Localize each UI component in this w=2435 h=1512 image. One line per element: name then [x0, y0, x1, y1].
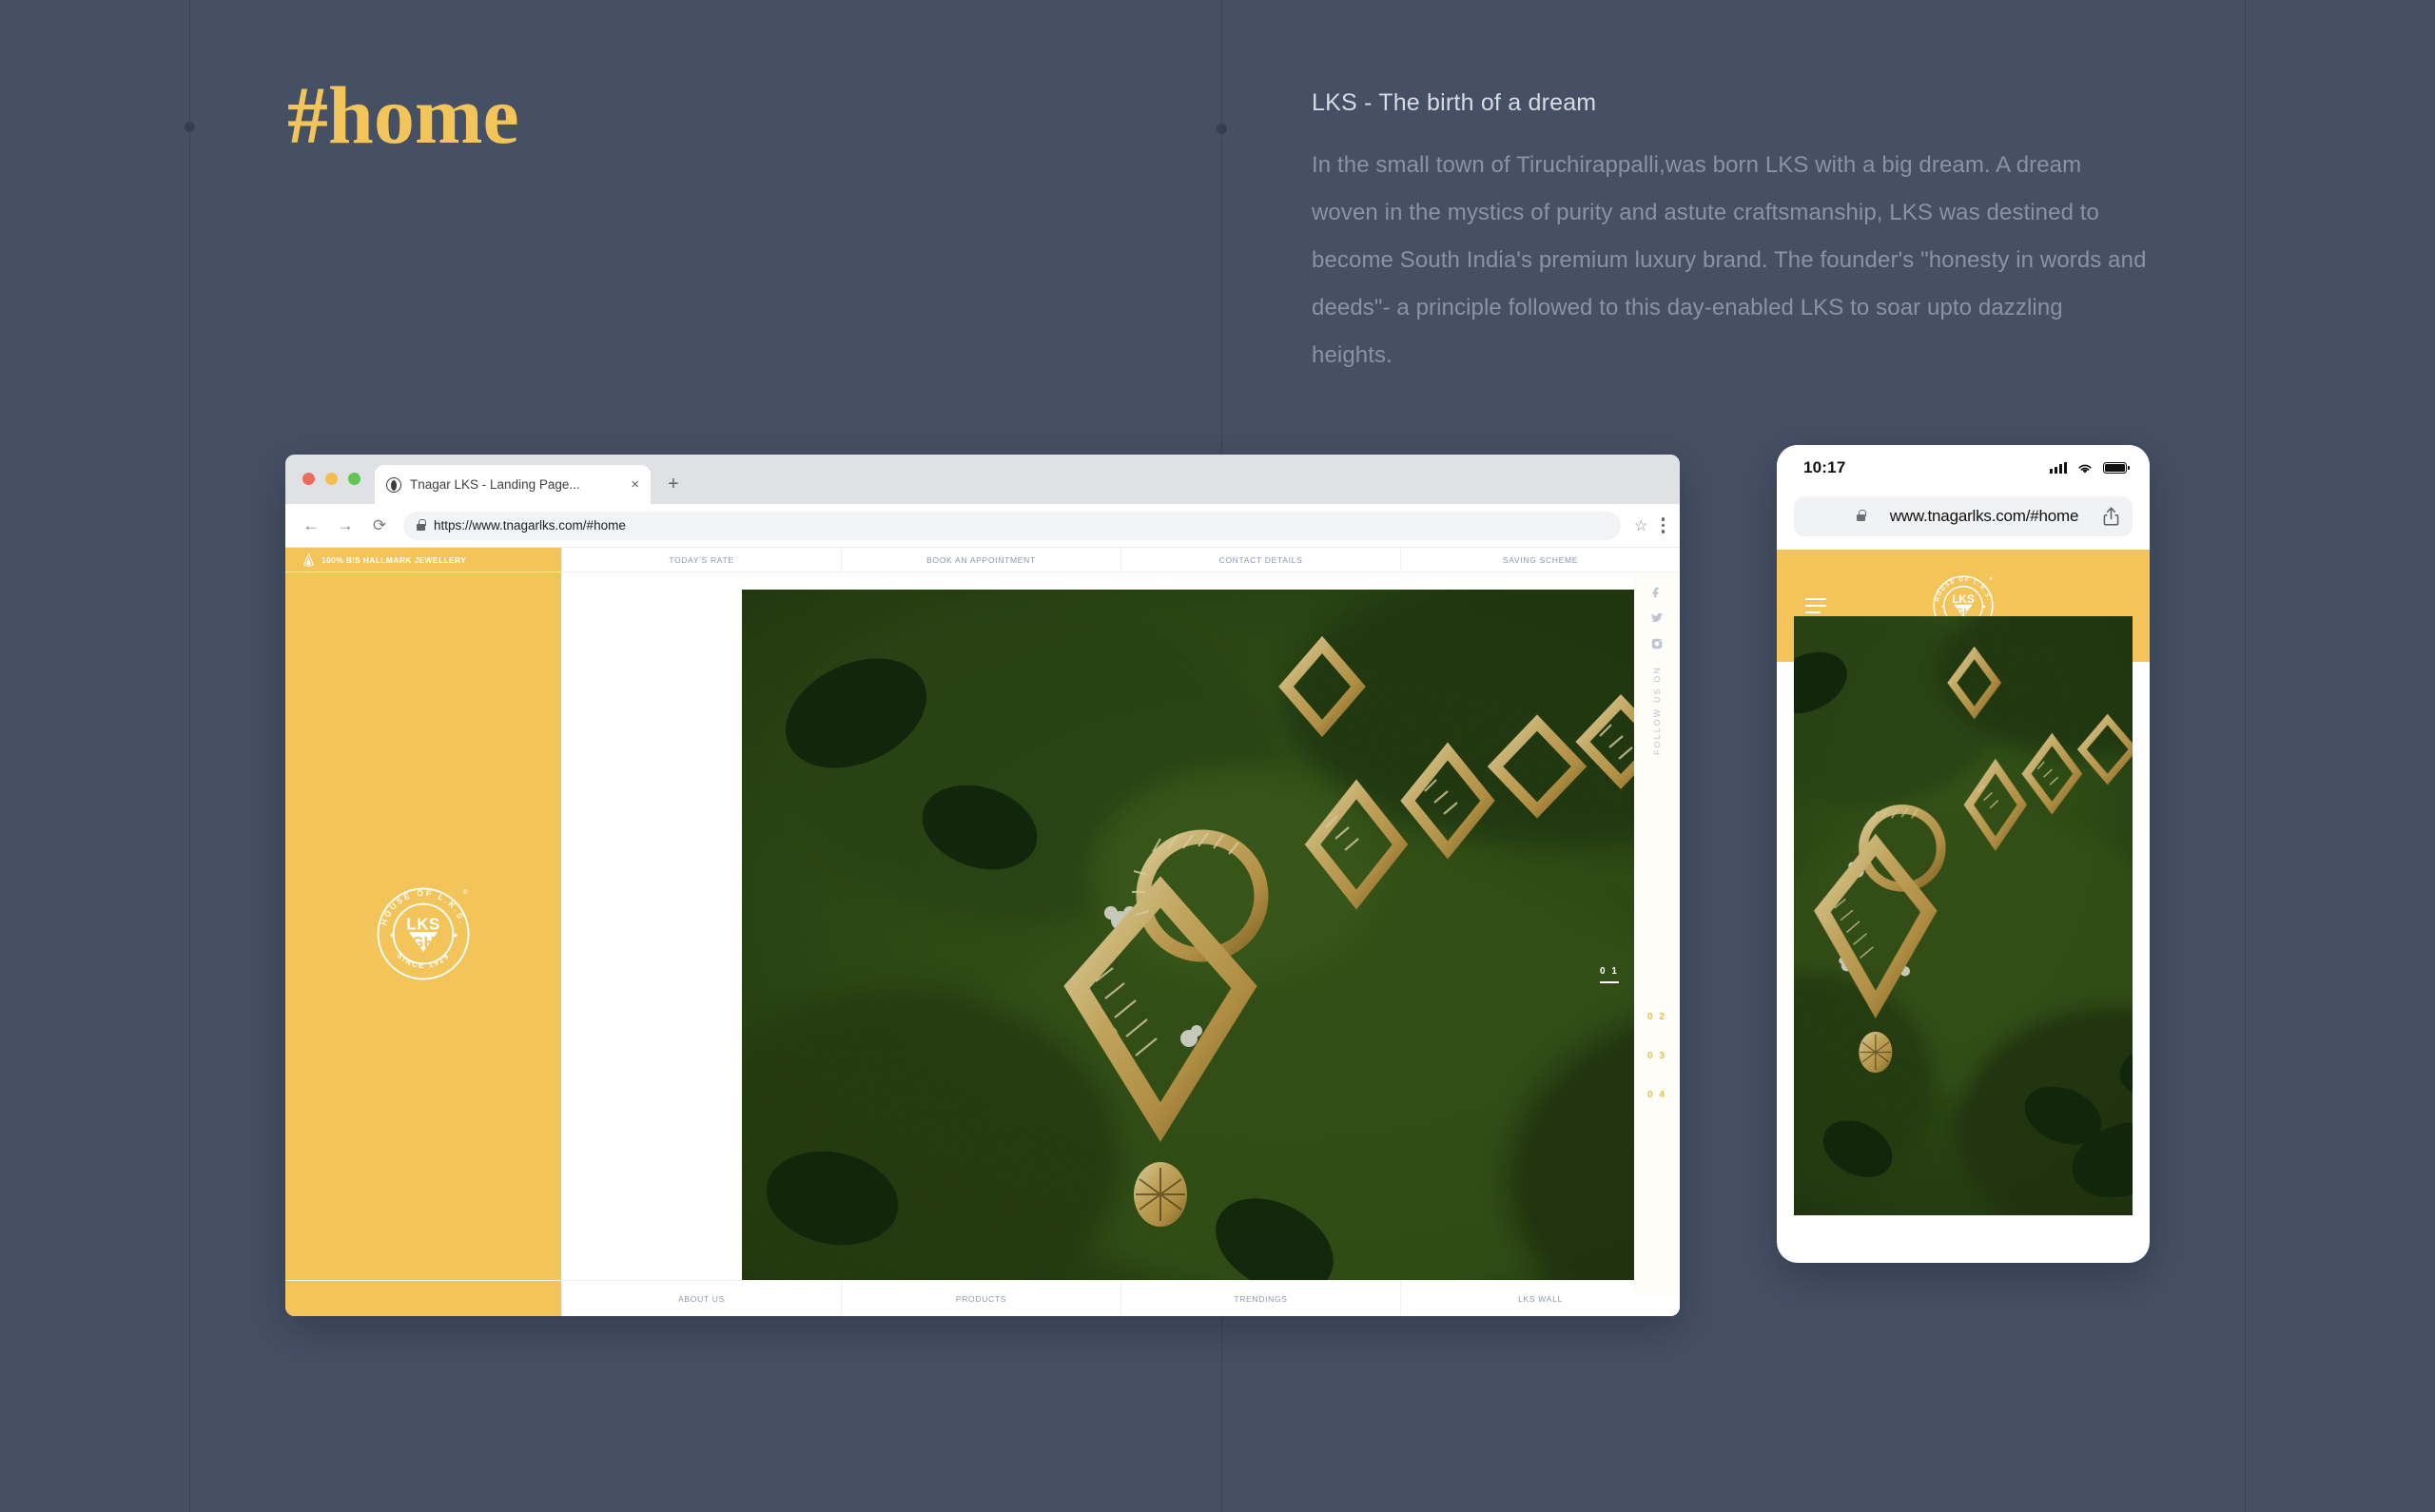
- website-viewport: 100% BIS HALLMARK JEWELLERY TODAY'S RATE…: [285, 548, 1680, 1316]
- browser-tab-bar: Tnagar LKS - Landing Page... × +: [285, 455, 1680, 504]
- slide-indicator-02[interactable]: 0 2: [1647, 1012, 1666, 1022]
- maximize-window-button[interactable]: [348, 473, 360, 485]
- follow-us-label: FOLLOW US ON: [1652, 666, 1662, 755]
- social-icons: [1650, 586, 1664, 650]
- slide-indicator-01[interactable]: 0 1: [1600, 966, 1619, 983]
- hallmark-badge: 100% BIS HALLMARK JEWELLERY: [285, 548, 561, 572]
- site-nav-saving-scheme[interactable]: SAVING SCHEME: [1400, 548, 1680, 572]
- facebook-icon[interactable]: [1650, 586, 1664, 599]
- lock-icon: [417, 518, 426, 531]
- hero-image-desktop: [742, 590, 1680, 1295]
- browser-tab[interactable]: Tnagar LKS - Landing Page... ×: [375, 465, 651, 504]
- site-top-navigation: 100% BIS HALLMARK JEWELLERY TODAY'S RATE…: [285, 548, 1680, 572]
- mobile-omnibox-wrap: www.tnagarlks.com/#home: [1777, 491, 2150, 550]
- browser-tab-title: Tnagar LKS - Landing Page...: [410, 477, 580, 492]
- description-body: In the small town of Tiruchirappalli,was…: [1312, 152, 2147, 368]
- svg-text:★: ★: [389, 931, 396, 940]
- lks-logo-icon: HOUSE OF L.K.S. SINCE 1925 LKS GH ® ★ ★: [377, 887, 470, 980]
- address-bar[interactable]: https://www.tnagarlks.com/#home: [403, 511, 1622, 540]
- window-controls: [302, 473, 360, 485]
- guide-line-right: [2245, 0, 2246, 1512]
- cellular-bars-icon: [2050, 462, 2067, 474]
- svg-text:®: ®: [1989, 575, 1993, 582]
- jewellery-photo: [742, 590, 1680, 1295]
- site-nav-trendings[interactable]: TRENDINGS: [1120, 1281, 1400, 1316]
- site-nav-products[interactable]: PRODUCTS: [841, 1281, 1120, 1316]
- bottom-nav-spacer: [285, 1281, 561, 1316]
- svg-text:★: ★: [1941, 604, 1946, 610]
- slide-indicator-04[interactable]: 0 4: [1647, 1090, 1666, 1100]
- close-tab-icon[interactable]: ×: [631, 477, 639, 492]
- browser-menu-icon[interactable]: [1661, 517, 1665, 533]
- site-nav-book-appointment[interactable]: BOOK AN APPOINTMENT: [841, 548, 1120, 572]
- bookmark-star-icon[interactable]: ☆: [1634, 516, 1647, 535]
- svg-text:®: ®: [463, 888, 468, 896]
- jewellery-photo-art: [1794, 616, 2133, 1215]
- site-bottom-navigation: ABOUT US PRODUCTS TRENDINGS LKS WALL: [285, 1280, 1680, 1316]
- guide-dot-left: [185, 122, 195, 132]
- svg-text:★: ★: [1982, 604, 1987, 610]
- address-bar-url: https://www.tnagarlks.com/#home: [434, 518, 626, 533]
- status-icons: [2050, 461, 2130, 475]
- hallmark-label: 100% BIS HALLMARK JEWELLERY: [321, 554, 467, 565]
- mobile-address-bar[interactable]: www.tnagarlks.com/#home: [1794, 496, 2133, 536]
- desktop-browser-mockup: Tnagar LKS - Landing Page... × + ← → ⟳ h…: [285, 455, 1680, 1316]
- svg-text:LKS: LKS: [406, 915, 440, 933]
- site-favicon-icon: [386, 476, 401, 493]
- svg-text:LKS: LKS: [1952, 593, 1975, 606]
- site-nav-about-us[interactable]: ABOUT US: [561, 1281, 841, 1316]
- lock-icon: [1857, 510, 1866, 521]
- hamburger-menu-icon[interactable]: [1805, 598, 1826, 613]
- mobile-status-bar: 10:17: [1777, 445, 2150, 491]
- status-time: 10:17: [1803, 458, 1846, 476]
- hallmark-icon: [303, 552, 314, 567]
- site-body: HOUSE OF L.K.S. SINCE 1925 LKS GH ® ★ ★: [285, 572, 1680, 1295]
- mobile-mockup: 10:17 www.tnagarlks.com/#home HOUSE OF L…: [1777, 445, 2150, 1263]
- wifi-icon: [2078, 464, 2092, 474]
- description-title: LKS - The birth of a dream: [1312, 89, 1597, 116]
- reload-icon[interactable]: ⟳: [369, 516, 390, 535]
- jewellery-photo-art: [742, 590, 1680, 1295]
- slide-indicator-03[interactable]: 0 3: [1647, 1051, 1666, 1061]
- mobile-hero-area: [1777, 616, 2150, 1215]
- svg-text:SINCE 1925: SINCE 1925: [395, 951, 451, 970]
- mobile-address-url: www.tnagarlks.com/#home: [1889, 507, 2079, 525]
- share-icon[interactable]: [2103, 507, 2119, 526]
- browser-toolbar: ← → ⟳ https://www.tnagarlks.com/#home ☆: [285, 504, 1680, 548]
- hero-image-mobile: [1794, 616, 2133, 1215]
- presentation-canvas: #home LKS - The birth of a dream In the …: [0, 0, 2435, 1512]
- close-window-button[interactable]: [302, 473, 315, 485]
- guide-line-left: [189, 0, 190, 1512]
- minimize-window-button[interactable]: [325, 473, 338, 485]
- back-arrow-icon[interactable]: ←: [301, 516, 321, 535]
- svg-text:★: ★: [452, 931, 458, 940]
- page-title: #home: [287, 69, 519, 161]
- site-social-rail: FOLLOW US ON 0 1 0 2 0 3 0 4: [1600, 572, 1680, 1295]
- site-nav-todays-rate[interactable]: TODAY'S RATE: [561, 548, 841, 572]
- description-block: LKS - The birth of a dream In the small …: [1312, 89, 2149, 379]
- slide-indicators: 0 1 0 2 0 3 0 4: [1600, 966, 1680, 1100]
- instagram-icon[interactable]: [1650, 637, 1664, 650]
- jewellery-photo: [1794, 616, 2133, 1215]
- site-left-panel: HOUSE OF L.K.S. SINCE 1925 LKS GH ® ★ ★: [285, 572, 561, 1295]
- site-nav-contact-details[interactable]: CONTACT DETAILS: [1120, 548, 1400, 572]
- svg-text:GH: GH: [412, 934, 435, 951]
- twitter-icon[interactable]: [1650, 611, 1664, 625]
- battery-icon: [2103, 461, 2130, 475]
- new-tab-button[interactable]: +: [668, 474, 679, 495]
- site-hero-wrap: FOLLOW US ON 0 1 0 2 0 3 0 4: [561, 572, 1680, 1295]
- guide-dot-center: [1217, 124, 1227, 134]
- forward-arrow-icon[interactable]: →: [335, 516, 356, 535]
